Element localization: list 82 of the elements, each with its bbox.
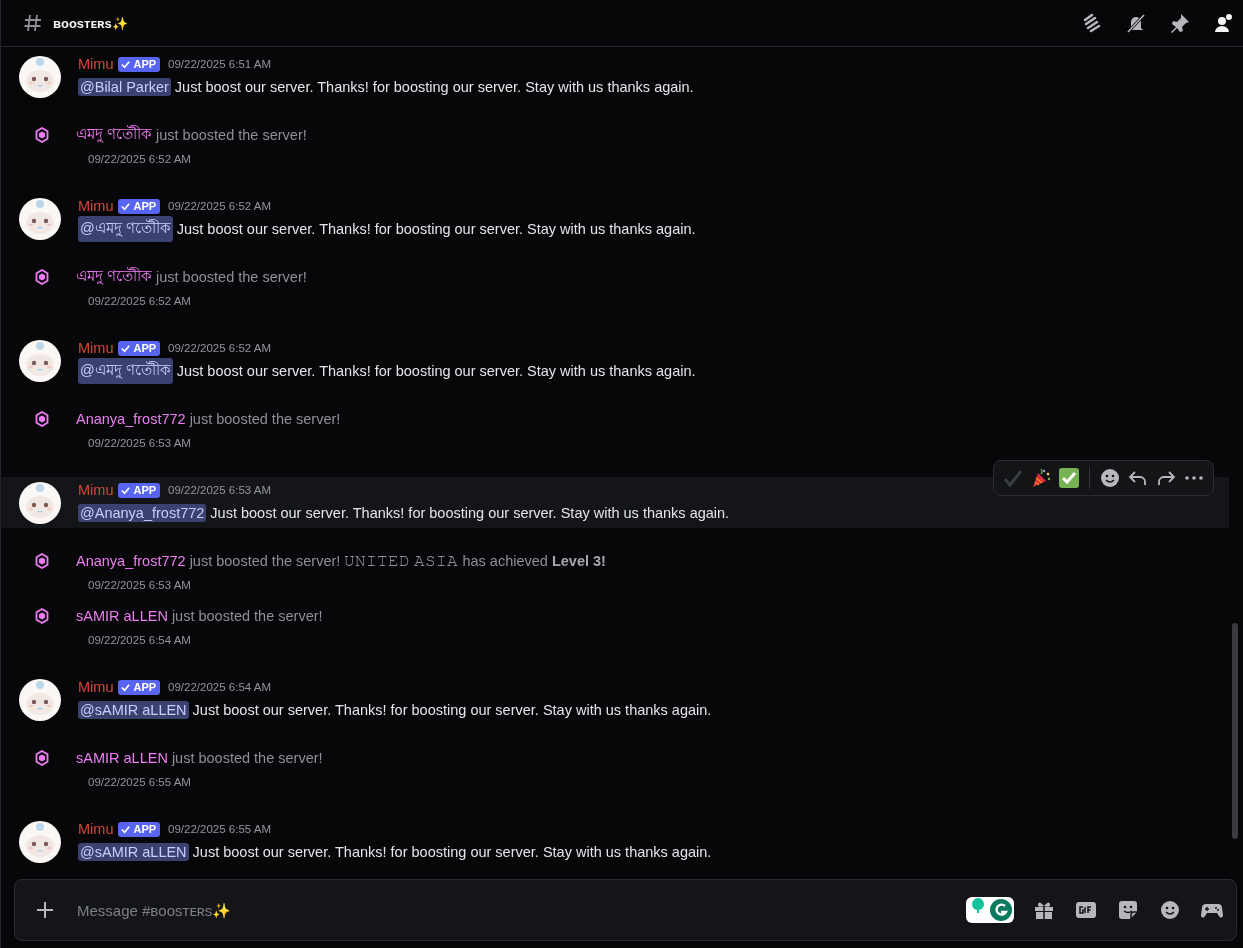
author-name[interactable]: Mimu: [78, 821, 114, 837]
avatar-drawing[interactable]: [19, 198, 61, 240]
author-name[interactable]: Mimu: [78, 679, 114, 695]
check-icon: [120, 58, 132, 70]
timestamp: 09/22/2025 6:52 AM: [88, 294, 192, 309]
check-icon: [120, 342, 132, 354]
hash-icon: [23, 13, 43, 33]
check-box-icon[interactable]: [1058, 467, 1080, 489]
timestamp: 09/22/2025 6:52 AM: [168, 200, 272, 212]
user-mention[interactable]: @এমদু ণতৌীক: [78, 216, 173, 242]
boost-gem-icon: [35, 127, 49, 143]
message-text: Just boost our server. Thanks! for boosting our server. Stay with us thanks again.: [174, 79, 694, 95]
badge-label: APP: [133, 200, 157, 212]
avatar-drawing[interactable]: [19, 56, 61, 98]
message-text: Just boost our server. Thanks! for boosting our server. Stay with us thanks again.: [192, 844, 712, 860]
message-text: Just boost our server. Thanks! for boosting our server. Stay with us thanks again.: [176, 221, 696, 237]
boost-gem-icon: [35, 608, 49, 624]
badge-label: APP: [133, 681, 157, 693]
timestamp: 09/22/2025 6:52 AM: [168, 342, 272, 354]
timestamp: 09/22/2025 6:53 AM: [88, 436, 192, 451]
badge-label: APP: [133, 823, 157, 835]
timestamp: 09/22/2025 6:54 AM: [168, 681, 272, 693]
badge-label: APP: [133, 484, 157, 496]
user-mention[interactable]: @Bilal Parker: [78, 78, 171, 96]
author-name[interactable]: Mimu: [78, 340, 114, 356]
party-popper-icon[interactable]: [1030, 467, 1052, 489]
scrollbar-thumb[interactable]: [1232, 623, 1238, 839]
avatar-drawing[interactable]: [19, 679, 61, 721]
timestamp: 09/22/2025 6:54 AM: [88, 633, 192, 648]
grammarly-icon[interactable]: [966, 897, 1014, 923]
system-message: just boosted the server!: [156, 269, 307, 285]
system-message: just boosted the server!: [189, 411, 341, 427]
username[interactable]: এমদু ণতৌীক: [76, 123, 153, 147]
avatar-drawing[interactable]: [19, 482, 61, 524]
author-name[interactable]: Mimu: [78, 482, 114, 498]
emoji-icon[interactable]: [1099, 467, 1121, 489]
username[interactable]: sAMIR aLLEN: [76, 750, 168, 766]
system-message: just boosted the server!: [156, 127, 307, 143]
boost-gem-icon: [35, 269, 49, 285]
pin-icon[interactable]: [1169, 12, 1191, 34]
username[interactable]: এমদু ণতৌীক: [76, 265, 153, 289]
user-mention[interactable]: @sAMIR aLLEN: [78, 701, 189, 719]
username[interactable]: sAMIR aLLEN: [76, 608, 168, 624]
timestamp: 09/22/2025 6:55 AM: [88, 775, 192, 790]
message-input[interactable]: Message #ʙᴏᴏsᴛᴇʀs✨: [75, 900, 966, 920]
check-icon: [120, 823, 132, 835]
plus-icon[interactable]: [35, 900, 55, 920]
timestamp: 09/22/2025 6:51 AM: [168, 58, 272, 70]
message-text: Just boost our server. Thanks! for boosting our server. Stay with us thanks again.: [176, 363, 696, 379]
user-mention[interactable]: @sAMIR aLLEN: [78, 843, 189, 861]
badge-label: APP: [133, 58, 157, 70]
boost-gem-icon: [35, 411, 49, 427]
system-message: just boosted the server!: [171, 608, 323, 624]
check-icon[interactable]: [1002, 467, 1024, 489]
timestamp: 09/22/2025 6:52 AM: [88, 152, 192, 167]
members-icon[interactable]: [1213, 12, 1235, 34]
timestamp: 09/22/2025 6:53 AM: [168, 484, 272, 496]
message-text: Just boost our server. Thanks! for boosting our server. Stay with us thanks again.: [192, 702, 712, 718]
avatar-drawing[interactable]: [19, 821, 61, 863]
boost-gem-icon: [35, 553, 49, 569]
check-icon: [120, 484, 132, 496]
check-icon: [120, 681, 132, 693]
threads-icon[interactable]: [1081, 12, 1103, 34]
username[interactable]: Ananya_frost772: [76, 553, 186, 569]
author-name[interactable]: Mimu: [78, 56, 114, 72]
channel-title: ʙᴏᴏsᴛᴇʀs✨: [53, 15, 128, 31]
system-message: just boosted the server! 𝚄𝙽𝙸𝚃𝙴𝙳 𝙰𝚂𝙸𝙰 has achieved Level 3!: [189, 552, 606, 570]
boost-gem-icon: [35, 750, 49, 766]
author-name[interactable]: Mimu: [78, 198, 114, 214]
timestamp: 09/22/2025 6:53 AM: [88, 578, 192, 593]
sticker-icon[interactable]: [1116, 898, 1140, 922]
user-mention[interactable]: @এমদু ণতৌীক: [78, 358, 173, 384]
badge-label: APP: [133, 342, 157, 354]
emoji-icon[interactable]: [1158, 898, 1182, 922]
message-text: Just boost our server. Thanks! for boosting our server. Stay with us thanks again.: [210, 505, 730, 521]
muted-bell-icon[interactable]: [1125, 12, 1147, 34]
system-message: just boosted the server!: [171, 750, 323, 766]
username[interactable]: Ananya_frost772: [76, 411, 186, 427]
user-mention[interactable]: @Ananya_frost772: [78, 504, 207, 522]
timestamp: 09/22/2025 6:55 AM: [168, 823, 272, 835]
check-icon: [120, 200, 132, 212]
avatar-drawing[interactable]: [19, 340, 61, 382]
